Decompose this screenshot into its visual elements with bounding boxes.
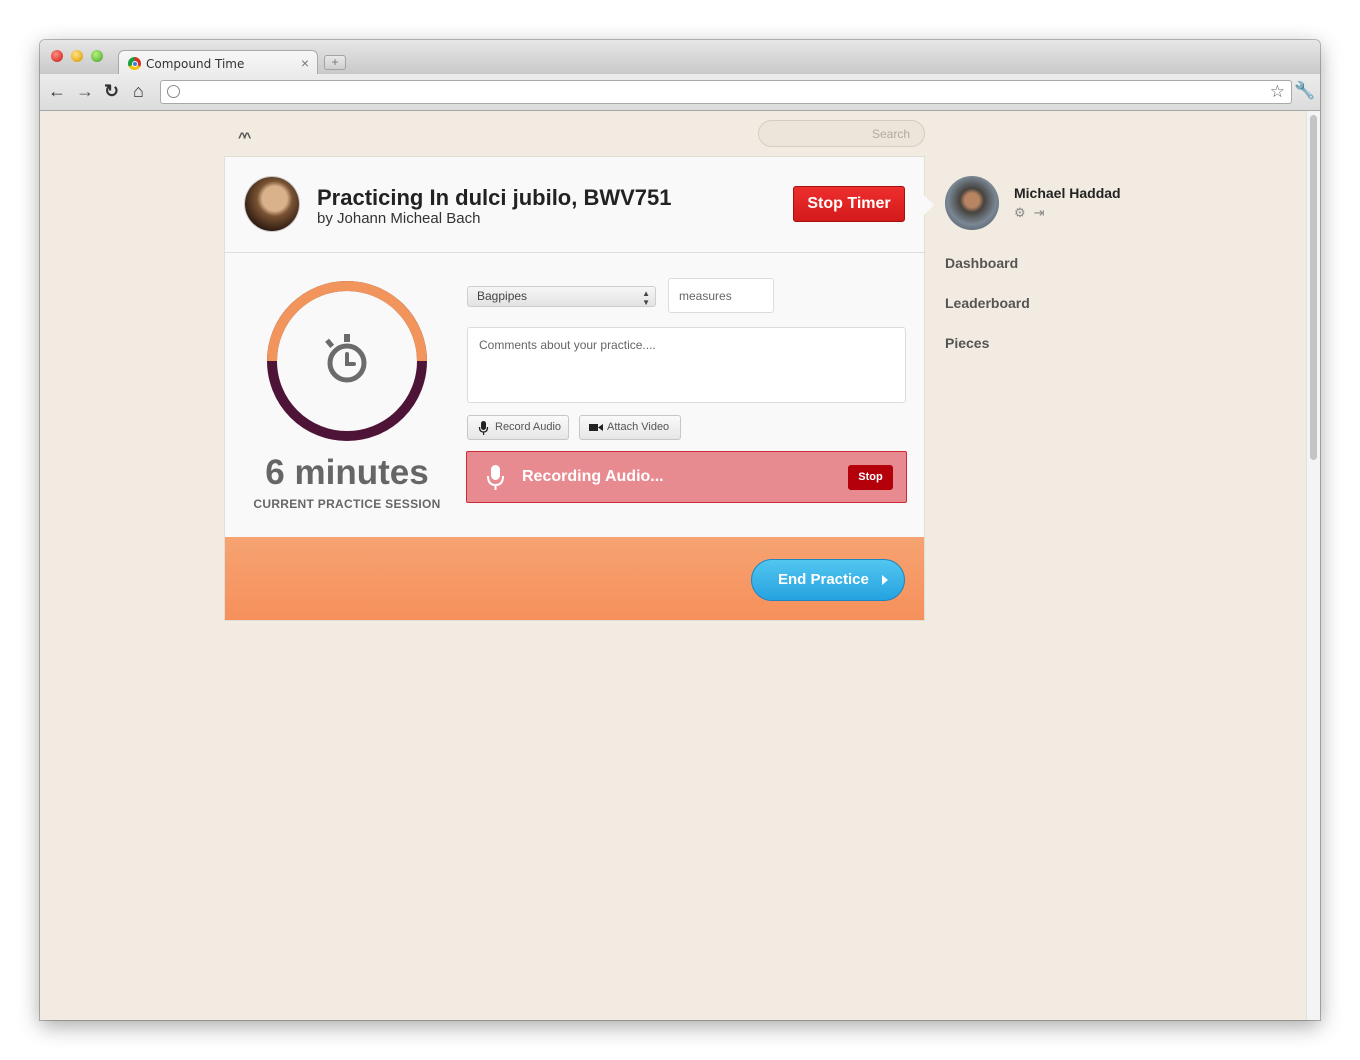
end-practice-label: End Practice — [778, 571, 869, 588]
recording-label: Recording Audio... — [522, 468, 664, 485]
attach-video-button[interactable]: Attach Video — [579, 415, 681, 440]
logout-icon[interactable]: ⇥ — [1034, 205, 1045, 220]
session-minutes: 6 minutes — [265, 453, 429, 492]
practice-footer: End Practice — [225, 537, 924, 620]
avatar[interactable] — [945, 176, 999, 230]
record-audio-label: Record Audio — [495, 421, 562, 433]
reload-icon[interactable]: ↻ — [104, 81, 119, 101]
new-tab-button[interactable]: + — [324, 55, 346, 70]
browser-toolbar: ← → ↻ ⌂ ☆ 🔧 — [40, 74, 1320, 111]
ring-elapsed — [267, 281, 427, 362]
user-actions: ⚙ ⇥ — [1014, 205, 1053, 221]
page-viewport: ^^ Practicing In dulci jubilo, BWV751 by… — [40, 111, 1320, 1020]
page-title: Practicing In dulci jubilo, BWV751 — [317, 185, 672, 210]
instrument-selected: Bagpipes — [477, 289, 528, 303]
video-camera-icon — [589, 424, 603, 431]
card-pointer — [924, 195, 934, 215]
chrome-icon — [128, 57, 141, 70]
address-bar[interactable]: ☆ — [160, 80, 1292, 104]
microphone-icon — [487, 465, 504, 490]
recording-status-bar: Recording Audio... Stop — [466, 451, 907, 503]
back-arrow-icon[interactable]: ← — [48, 81, 66, 101]
microphone-icon — [478, 421, 489, 435]
app-logo[interactable]: ^^ — [238, 129, 251, 145]
measures-input[interactable] — [668, 278, 774, 313]
practice-card: Practicing In dulci jubilo, BWV751 by Jo… — [224, 156, 925, 621]
composer-name: by Johann Micheal Bach — [317, 210, 481, 227]
practice-header: Practicing In dulci jubilo, BWV751 by Jo… — [225, 157, 924, 253]
play-arrow-icon — [882, 575, 888, 585]
close-window-button[interactable] — [51, 50, 63, 62]
title-bar: Compound Time × + — [40, 40, 1320, 75]
stopwatch-icon — [325, 334, 367, 383]
stop-recording-button[interactable]: Stop — [848, 465, 893, 490]
instrument-select[interactable]: Bagpipes ▲ ▼ — [467, 286, 656, 307]
stop-timer-button[interactable]: Stop Timer — [793, 186, 905, 222]
browser-tab[interactable]: Compound Time × — [118, 50, 318, 75]
vertical-scrollbar[interactable] — [1306, 111, 1320, 1020]
user-name[interactable]: Michael Haddad — [1014, 185, 1121, 201]
timer-ring — [267, 281, 427, 441]
tab-close-icon[interactable]: × — [301, 55, 309, 71]
record-audio-button[interactable]: Record Audio — [467, 415, 569, 440]
end-practice-button[interactable]: End Practice — [751, 559, 905, 601]
globe-icon — [167, 85, 180, 98]
browser-window: Compound Time × + ← → ↻ ⌂ ☆ 🔧 ^^ Practic… — [40, 40, 1320, 1020]
wrench-icon[interactable]: 🔧 — [1294, 81, 1315, 101]
maximize-window-button[interactable] — [91, 50, 103, 62]
gear-icon[interactable]: ⚙ — [1014, 205, 1026, 220]
session-label: CURRENT PRACTICE SESSION — [253, 497, 441, 511]
sidebar-item-leaderboard[interactable]: Leaderboard — [945, 295, 1030, 311]
search-input[interactable] — [758, 120, 925, 147]
sidebar-item-pieces[interactable]: Pieces — [945, 335, 989, 351]
forward-arrow-icon[interactable]: → — [76, 81, 94, 101]
attach-video-label: Attach Video — [607, 421, 670, 433]
home-icon[interactable]: ⌂ — [133, 81, 144, 101]
sidebar-item-dashboard[interactable]: Dashboard — [945, 255, 1018, 271]
composer-avatar — [245, 177, 299, 231]
scrollbar-thumb[interactable] — [1310, 115, 1317, 460]
tab-title: Compound Time — [146, 57, 245, 71]
select-arrows-icon: ▲ ▼ — [642, 289, 650, 307]
bookmark-star-icon[interactable]: ☆ — [1270, 82, 1285, 102]
minimize-window-button[interactable] — [71, 50, 83, 62]
comments-field[interactable] — [467, 327, 906, 403]
